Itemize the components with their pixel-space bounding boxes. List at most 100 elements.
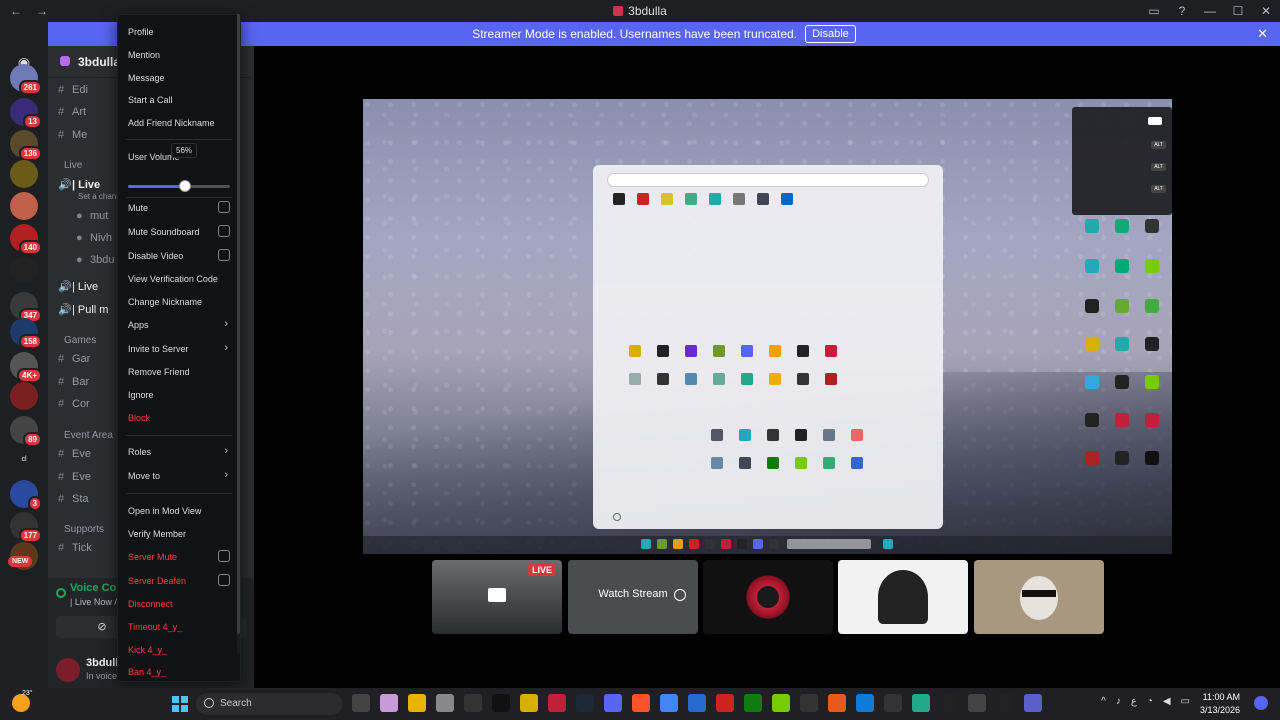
menu-disconnect[interactable]: Disconnect (128, 599, 173, 609)
volume-icon[interactable]: ◀ (1163, 696, 1171, 707)
participant-tile[interactable] (974, 560, 1104, 634)
disable-video-checkbox[interactable] (218, 249, 230, 261)
server-icon[interactable] (10, 382, 38, 410)
copilot-icon[interactable] (380, 694, 398, 712)
menu-profile[interactable]: Profile (128, 27, 154, 37)
menu-start-call[interactable]: Start a Call (128, 95, 173, 105)
server-icon[interactable]: 89 (10, 416, 42, 447)
voice-channel-live[interactable]: 🔊| Live (58, 178, 100, 191)
battery-icon[interactable]: ▭ (1181, 696, 1190, 707)
menu-open-mod-view[interactable]: Open in Mod View (128, 506, 201, 516)
app-icon[interactable] (940, 694, 958, 712)
teams-icon[interactable] (1024, 694, 1042, 712)
channel-item[interactable]: # Art (58, 106, 86, 118)
stream-video[interactable]: ALT ALT ALT (363, 99, 1172, 554)
maximize-button[interactable]: ☐ (1224, 4, 1252, 18)
channel-item[interactable]: # Cor (58, 398, 90, 410)
chevron-up-icon[interactable]: ^ (1101, 696, 1106, 707)
category-games[interactable]: Games (64, 335, 96, 346)
network-icon[interactable]: ◔ (1147, 696, 1153, 707)
server-icon[interactable]: cl (10, 446, 38, 474)
menu-verify-member[interactable]: Verify Member (128, 529, 186, 539)
inbox-icon[interactable]: ▭ (1140, 4, 1168, 18)
app-icon[interactable] (716, 694, 734, 712)
forward-arrow-icon[interactable]: → (36, 4, 48, 18)
menu-mute-soundboard[interactable]: Mute Soundboard (128, 227, 200, 237)
menu-server-deafen[interactable]: Server Deafen (128, 576, 186, 586)
menu-server-mute[interactable]: Server Mute (128, 552, 177, 562)
server-icon[interactable]: 3 (10, 480, 42, 511)
mute-soundboard-checkbox[interactable] (218, 225, 230, 237)
stream-tile[interactable]: LIVE (432, 560, 562, 634)
stream-tile[interactable]: Watch Stream (568, 560, 698, 634)
menu-message[interactable]: Message (128, 73, 165, 83)
app-icon[interactable] (968, 694, 986, 712)
app-icon[interactable] (856, 694, 874, 712)
menu-change-nickname[interactable]: Change Nickname (128, 297, 202, 307)
discord-icon[interactable] (604, 694, 622, 712)
epic-games-icon[interactable] (492, 694, 510, 712)
back-arrow-icon[interactable]: ← (10, 4, 22, 18)
voice-channel[interactable]: 🔊| Pull m (58, 303, 108, 316)
menu-mute[interactable]: Mute (128, 203, 148, 213)
rockstar-icon[interactable] (520, 694, 538, 712)
channel-item[interactable]: # Sta (58, 493, 89, 505)
menu-apps[interactable]: Apps (128, 320, 149, 330)
user-volume-slider[interactable] (128, 180, 230, 192)
adobe-icon[interactable] (548, 694, 566, 712)
app-icon[interactable] (912, 694, 930, 712)
channel-item[interactable]: # Tick (58, 542, 92, 554)
menu-ignore[interactable]: Ignore (128, 390, 154, 400)
server-deafen-checkbox[interactable] (218, 574, 230, 586)
server-icon[interactable]: 261 (10, 64, 42, 95)
menu-move-to[interactable]: Move to (128, 471, 160, 481)
file-explorer-icon[interactable] (408, 694, 426, 712)
channel-item[interactable]: # Bar (58, 376, 89, 388)
server-icon[interactable]: 177 (10, 512, 42, 543)
menu-roles[interactable]: Roles (128, 447, 151, 457)
category-supports[interactable]: Supports (64, 524, 104, 535)
brave-icon[interactable] (632, 694, 650, 712)
taskbar-search[interactable]: Search (196, 693, 342, 715)
participant-tile[interactable] (838, 560, 968, 634)
menu-view-verification-code[interactable]: View Verification Code (128, 274, 218, 284)
microphone-icon[interactable]: ♪ (1116, 696, 1121, 707)
close-button[interactable]: ✕ (1252, 4, 1280, 18)
server-icon[interactable]: 136 (10, 130, 42, 161)
voice-channel[interactable]: 🔊| Live (58, 280, 98, 293)
excel-icon[interactable] (744, 694, 762, 712)
taskbar-clock[interactable]: 11:00 AM 3/13/2026 (1200, 691, 1240, 717)
server-icon[interactable]: 158 (10, 318, 42, 349)
notification-icon[interactable] (1254, 696, 1268, 710)
menu-ban[interactable]: Ban 4_y_ (128, 667, 166, 677)
banner-close-icon[interactable]: ✕ (1257, 26, 1268, 42)
channel-item[interactable]: # Eve (58, 471, 91, 483)
menu-block[interactable]: Block (128, 413, 150, 423)
minimize-button[interactable]: — (1196, 4, 1224, 18)
server-icon[interactable]: 140 (10, 224, 42, 255)
menu-scrollbar[interactable] (237, 14, 240, 654)
menu-timeout[interactable]: Timeout 4_y_ (128, 622, 182, 632)
channel-item[interactable]: # Gar (58, 353, 90, 365)
chrome-icon[interactable] (660, 694, 678, 712)
category-event[interactable]: Event Area (64, 430, 113, 441)
scrollbar-thumb[interactable] (237, 14, 240, 634)
ea-icon[interactable] (828, 694, 846, 712)
menu-invite-to-server[interactable]: Invite to Server (128, 344, 189, 354)
channel-item[interactable]: # Me (58, 129, 87, 141)
server-icon[interactable] (10, 256, 38, 284)
app-icon[interactable] (464, 694, 482, 712)
app-icon[interactable] (800, 694, 818, 712)
server-icon[interactable]: 4K+ (10, 352, 42, 383)
app-icon[interactable] (884, 694, 902, 712)
voice-user[interactable]: ● Nivh (76, 232, 112, 244)
server-icon[interactable] (10, 160, 38, 188)
avatar[interactable] (56, 658, 80, 682)
steam-icon[interactable] (576, 694, 594, 712)
menu-remove-friend[interactable]: Remove Friend (128, 367, 190, 377)
voice-user[interactable]: ● mut (76, 210, 108, 222)
language-indicator[interactable]: ع (1131, 696, 1137, 707)
app-icon[interactable] (996, 694, 1014, 712)
help-icon[interactable]: ? (1168, 4, 1196, 18)
add-stream-icon[interactable] (674, 589, 686, 601)
